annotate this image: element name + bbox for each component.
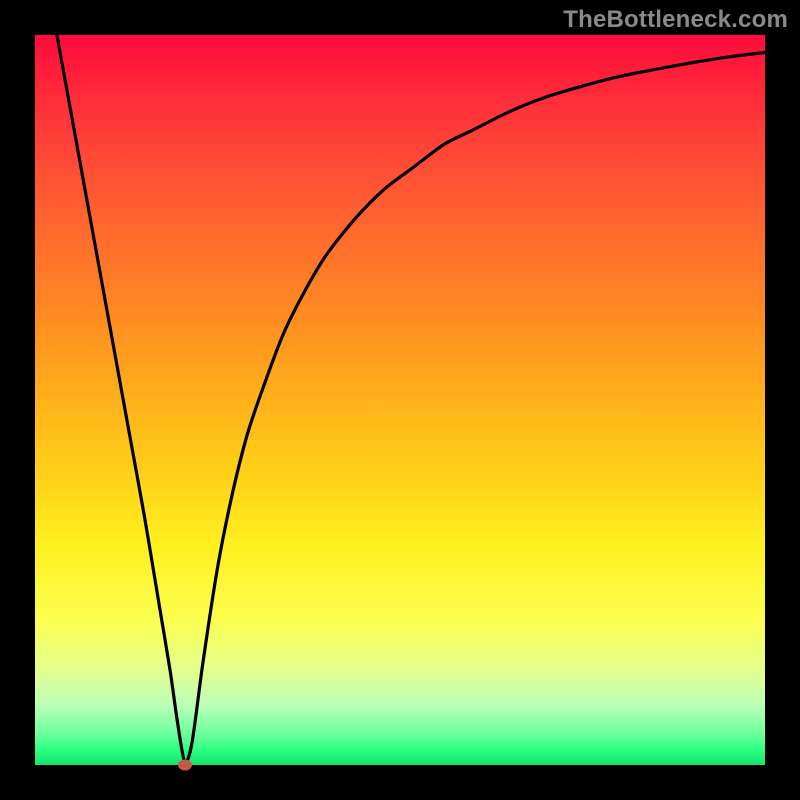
optimal-point-marker bbox=[178, 760, 192, 771]
watermark-text: TheBottleneck.com bbox=[563, 6, 788, 34]
chart-frame: TheBottleneck.com bbox=[0, 0, 800, 800]
gradient-plot-area bbox=[35, 35, 765, 765]
bottleneck-curve bbox=[35, 35, 765, 765]
